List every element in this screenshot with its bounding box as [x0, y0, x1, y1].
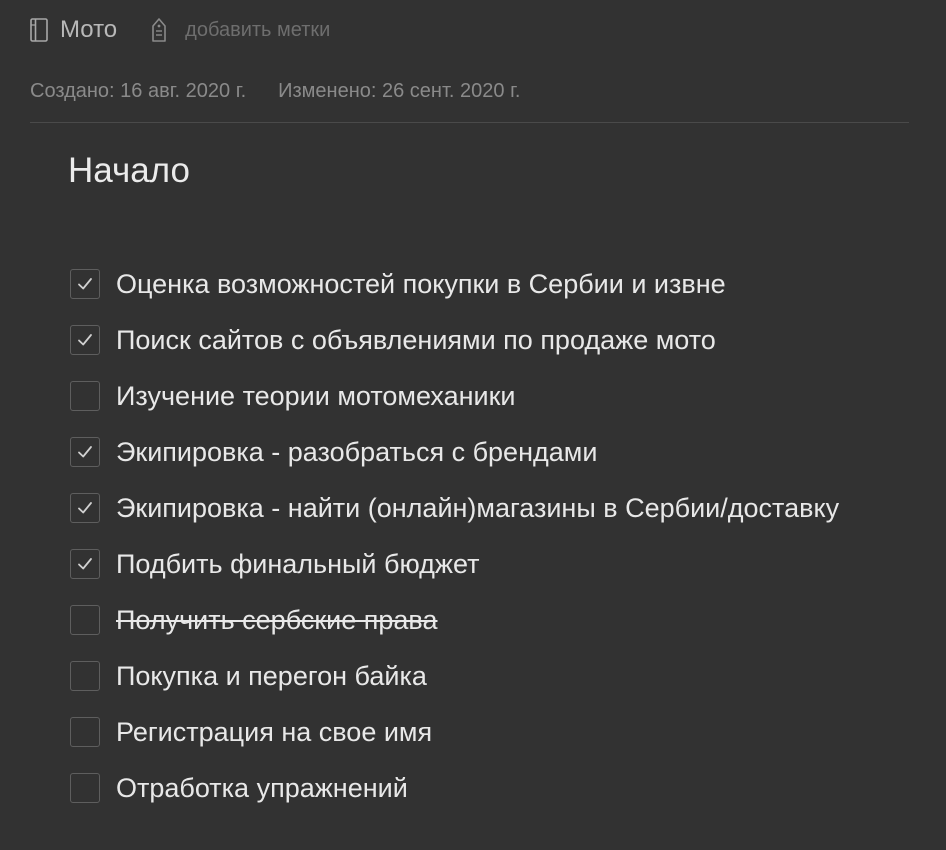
- checkmark-icon: [78, 558, 92, 570]
- checklist-item: Изучение теории мотомеханики: [70, 368, 839, 424]
- checkbox[interactable]: [70, 325, 100, 355]
- tag-icon: [149, 17, 169, 43]
- notebook-selector[interactable]: Мото: [30, 16, 117, 44]
- header-divider: [30, 122, 909, 123]
- checkbox[interactable]: [70, 381, 100, 411]
- checklist-item: Получить сербские права: [70, 592, 839, 648]
- checkbox[interactable]: [70, 661, 100, 691]
- checkbox[interactable]: [70, 549, 100, 579]
- checklist-item: Экипировка - разобраться с брендами: [70, 424, 839, 480]
- checklist-item-text[interactable]: Поиск сайтов с объявлениями по продаже м…: [116, 325, 716, 356]
- checkmark-icon: [78, 446, 92, 458]
- checkbox[interactable]: [70, 717, 100, 747]
- checklist-item: Экипировка - найти (онлайн)магазины в Се…: [70, 480, 839, 536]
- checkmark-icon: [78, 334, 92, 346]
- checklist-item-text[interactable]: Экипировка - найти (онлайн)магазины в Се…: [116, 493, 839, 524]
- checklist-item-text[interactable]: Экипировка - разобраться с брендами: [116, 437, 597, 468]
- checkbox[interactable]: [70, 605, 100, 635]
- checklist-item: Подбить финальный бюджет: [70, 536, 839, 592]
- checklist-item-text[interactable]: Покупка и перегон байка: [116, 661, 427, 692]
- notebook-icon: [30, 18, 48, 42]
- add-tags-label: добавить метки: [185, 18, 331, 41]
- checklist-item: Регистрация на свое имя: [70, 704, 839, 760]
- checklist-item: Оценка возможностей покупки в Сербии и и…: [70, 256, 839, 312]
- checklist-item-text[interactable]: Подбить финальный бюджет: [116, 549, 479, 580]
- checklist-item-text[interactable]: Получить сербские права: [116, 605, 437, 636]
- checkbox[interactable]: [70, 269, 100, 299]
- note-header: Мото добавить метки: [30, 12, 330, 48]
- modified-date: Изменено: 26 сент. 2020 г.: [278, 80, 521, 102]
- checklist-item-text[interactable]: Оценка возможностей покупки в Сербии и и…: [116, 269, 726, 300]
- checkmark-icon: [78, 502, 92, 514]
- notebook-name: Мото: [60, 16, 118, 43]
- checklist-item: Покупка и перегон байка: [70, 648, 839, 704]
- checklist-item-text[interactable]: Отработка упражнений: [116, 773, 408, 804]
- checklist-item: Поиск сайтов с объявлениями по продаже м…: [70, 312, 839, 368]
- created-date: Создано: 16 авг. 2020 г.: [30, 80, 247, 102]
- checkbox[interactable]: [70, 437, 100, 467]
- checklist-item: Отработка упражнений: [70, 760, 839, 816]
- checklist-item-text[interactable]: Регистрация на свое имя: [116, 717, 432, 748]
- checkbox[interactable]: [70, 773, 100, 803]
- checklist-item-text[interactable]: Изучение теории мотомеханики: [116, 381, 516, 412]
- add-tags-button[interactable]: добавить метки: [149, 17, 330, 43]
- note-title[interactable]: Начало: [68, 151, 190, 191]
- checklist: Оценка возможностей покупки в Сербии и и…: [70, 256, 839, 816]
- note-metadata: Создано: 16 авг. 2020 г. Изменено: 26 се…: [30, 80, 520, 103]
- checkmark-icon: [78, 278, 92, 290]
- checkbox[interactable]: [70, 493, 100, 523]
